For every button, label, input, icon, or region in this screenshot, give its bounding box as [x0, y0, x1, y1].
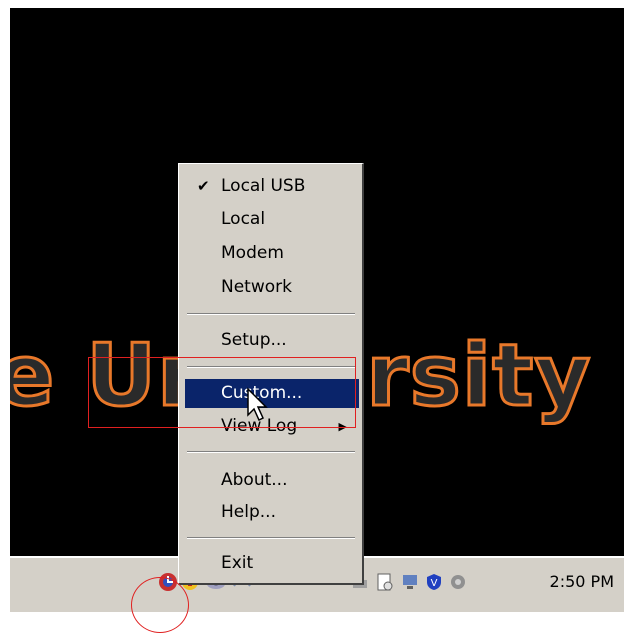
menu-item-label: Local USB	[221, 176, 306, 196]
speaker-tray-icon[interactable]	[448, 572, 468, 592]
menu-item-about[interactable]: About...	[185, 466, 359, 495]
menu-item-label: Exit	[221, 553, 254, 573]
clock[interactable]: 2:50 PM	[550, 572, 614, 591]
menu-item-network[interactable]: Network	[185, 273, 359, 302]
antivirus-tray-icon[interactable]: V	[424, 572, 444, 592]
check-icon: ✔	[197, 177, 210, 195]
menu-item-modem[interactable]: Modem	[185, 239, 359, 268]
menu-item-label: Local	[221, 209, 266, 229]
highlight-circle	[131, 577, 189, 633]
menu-item-label: Help...	[221, 502, 276, 522]
menu-item-label: About...	[221, 470, 288, 490]
menu-item-label: Modem	[221, 243, 284, 263]
menu-item-label: Network	[221, 277, 292, 297]
menu-separator	[187, 537, 355, 539]
svg-text:V: V	[431, 578, 438, 589]
menu-item-label: Setup...	[221, 330, 287, 350]
menu-item-exit[interactable]: Exit	[185, 549, 359, 578]
menu-item-help[interactable]: Help...	[185, 498, 359, 527]
monitor-tray-icon[interactable]	[400, 572, 420, 592]
menu-separator	[187, 313, 355, 315]
menu-item-local-usb[interactable]: ✔ Local USB	[185, 172, 359, 201]
menu-item-local[interactable]: Local	[185, 205, 359, 234]
menu-item-setup[interactable]: Setup...	[185, 326, 359, 355]
document-tray-icon[interactable]	[374, 572, 394, 592]
menu-separator	[187, 451, 355, 453]
highlight-rectangle	[88, 357, 356, 428]
